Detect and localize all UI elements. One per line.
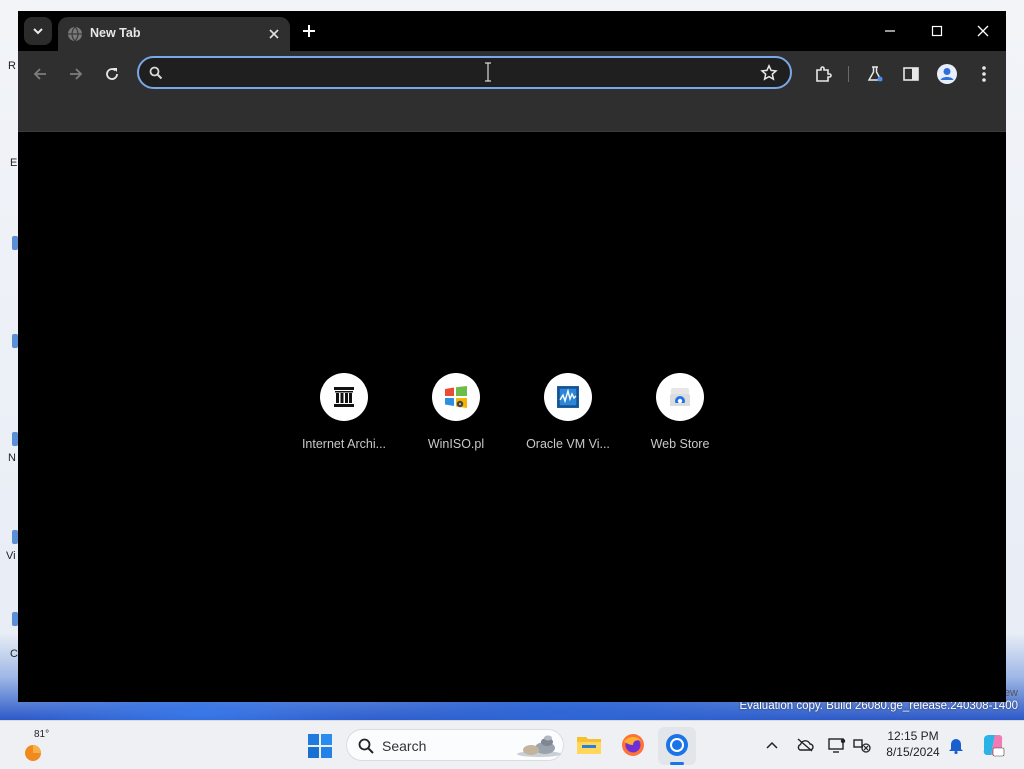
search-icon <box>358 738 374 754</box>
shortcut-tile[interactable]: WinISO.pl <box>400 373 512 463</box>
shortcut-tile[interactable]: Oracle VM Vi... <box>512 373 624 463</box>
taskbar-chrome[interactable] <box>663 731 691 759</box>
chrome-icon <box>666 734 688 756</box>
internet-archive-icon <box>334 387 354 407</box>
tab-strip: New Tab <box>18 11 1006 51</box>
tab-close-button[interactable] <box>264 24 284 44</box>
virtualbox-icon <box>557 386 579 408</box>
globe-icon <box>68 26 82 42</box>
shortcut-label: Internet Archi... <box>301 437 387 451</box>
minimize-icon <box>885 30 895 32</box>
minimize-button[interactable] <box>878 19 902 43</box>
weather-widget[interactable]: 81° <box>18 729 58 761</box>
arrow-right-icon <box>70 68 83 80</box>
text-cursor-icon <box>485 62 491 82</box>
flask-icon <box>867 66 883 82</box>
cloud-offline-icon <box>797 738 814 752</box>
address-bar[interactable] <box>137 56 792 89</box>
chevron-down-icon <box>33 28 43 35</box>
copilot-button[interactable] <box>981 733 1005 757</box>
tray-display[interactable] <box>828 736 846 754</box>
menu-button[interactable] <box>973 63 995 85</box>
arrow-left-icon <box>33 68 46 80</box>
tab-title: New Tab <box>90 26 141 40</box>
shortcut-icon-circle <box>544 373 592 421</box>
maximize-button[interactable] <box>925 19 949 43</box>
clock-date: 8/15/2024 <box>886 745 940 759</box>
shortcut-tile[interactable]: Web Store <box>624 373 736 463</box>
chevron-up-icon <box>766 741 778 749</box>
close-icon <box>977 25 989 37</box>
taskbar: 81° Search 12:15 PM 8/15/2024 <box>0 720 1024 769</box>
shortcut-label: WinISO.pl <box>427 437 485 451</box>
close-window-button[interactable] <box>971 19 995 43</box>
puzzle-icon <box>816 66 832 82</box>
extensions-button[interactable] <box>812 63 834 85</box>
plus-icon <box>303 25 315 37</box>
weather-temperature: 81° <box>34 729 50 740</box>
avatar-icon <box>937 64 957 84</box>
shortcut-label: Web Store <box>650 437 710 451</box>
network-offline-icon <box>853 739 871 753</box>
shortcut-label: Oracle VM Vi... <box>526 437 610 451</box>
taskbar-active-indicator <box>670 762 684 765</box>
address-input[interactable] <box>173 62 747 86</box>
maximize-icon <box>931 25 943 37</box>
profile-button[interactable] <box>936 63 958 85</box>
winiso-icon <box>445 386 467 408</box>
back-button[interactable] <box>29 63 51 85</box>
notifications-button[interactable] <box>947 736 965 754</box>
toolbar-separator <box>848 66 849 82</box>
bookmarks-bar <box>18 97 1006 132</box>
more-vertical-icon <box>982 66 986 82</box>
clock-time: 12:15 PM <box>887 729 939 743</box>
desktop-edge-text: ew <box>1003 687 1018 699</box>
taskbar-search-label: Search <box>382 738 427 754</box>
browser-toolbar <box>18 51 1006 97</box>
tray-cloud-offline[interactable] <box>796 736 814 754</box>
shortcut-icon-circle <box>320 373 368 421</box>
labs-button[interactable] <box>864 63 886 85</box>
taskbar-search[interactable]: Search <box>346 729 564 761</box>
shortcut-icon-circle <box>432 373 480 421</box>
forward-button[interactable] <box>65 63 87 85</box>
tray-overflow-button[interactable] <box>763 736 781 754</box>
shortcuts-grid: Internet Archi... WinISO.pl Oracle VM Vi… <box>288 373 736 463</box>
tab-search-button[interactable] <box>24 17 52 45</box>
shortcut-tile[interactable]: Internet Archi... <box>288 373 400 463</box>
browser-window: New Tab Internet Archi... WinISO.pl Orac… <box>18 11 1006 702</box>
shortcut-icon-circle <box>656 373 704 421</box>
windows-start-icon[interactable] <box>307 733 333 759</box>
bell-icon <box>949 739 963 754</box>
close-icon <box>269 29 279 39</box>
search-icon <box>149 66 163 80</box>
taskbar-clock[interactable]: 12:15 PM 8/15/2024 <box>878 728 948 760</box>
weather-sun-icon <box>25 745 41 761</box>
side-panel-icon <box>903 67 919 81</box>
tab-new-tab[interactable]: New Tab <box>58 17 290 51</box>
taskbar-file-explorer[interactable] <box>575 731 603 759</box>
copilot-icon <box>983 735 1005 757</box>
reload-icon <box>106 68 118 80</box>
folder-icon <box>577 737 601 754</box>
reload-button[interactable] <box>101 63 123 85</box>
side-panel-button[interactable] <box>900 63 922 85</box>
monitor-icon <box>828 738 846 753</box>
firefox-icon <box>622 734 644 756</box>
search-highlight-art-icon <box>517 735 561 757</box>
taskbar-firefox[interactable] <box>619 731 647 759</box>
tray-network[interactable] <box>853 736 871 754</box>
bookmark-star-icon[interactable] <box>760 64 778 82</box>
new-tab-page: Internet Archi... WinISO.pl Oracle VM Vi… <box>18 132 1006 702</box>
web-store-icon <box>670 388 690 406</box>
new-tab-button[interactable] <box>298 20 320 42</box>
